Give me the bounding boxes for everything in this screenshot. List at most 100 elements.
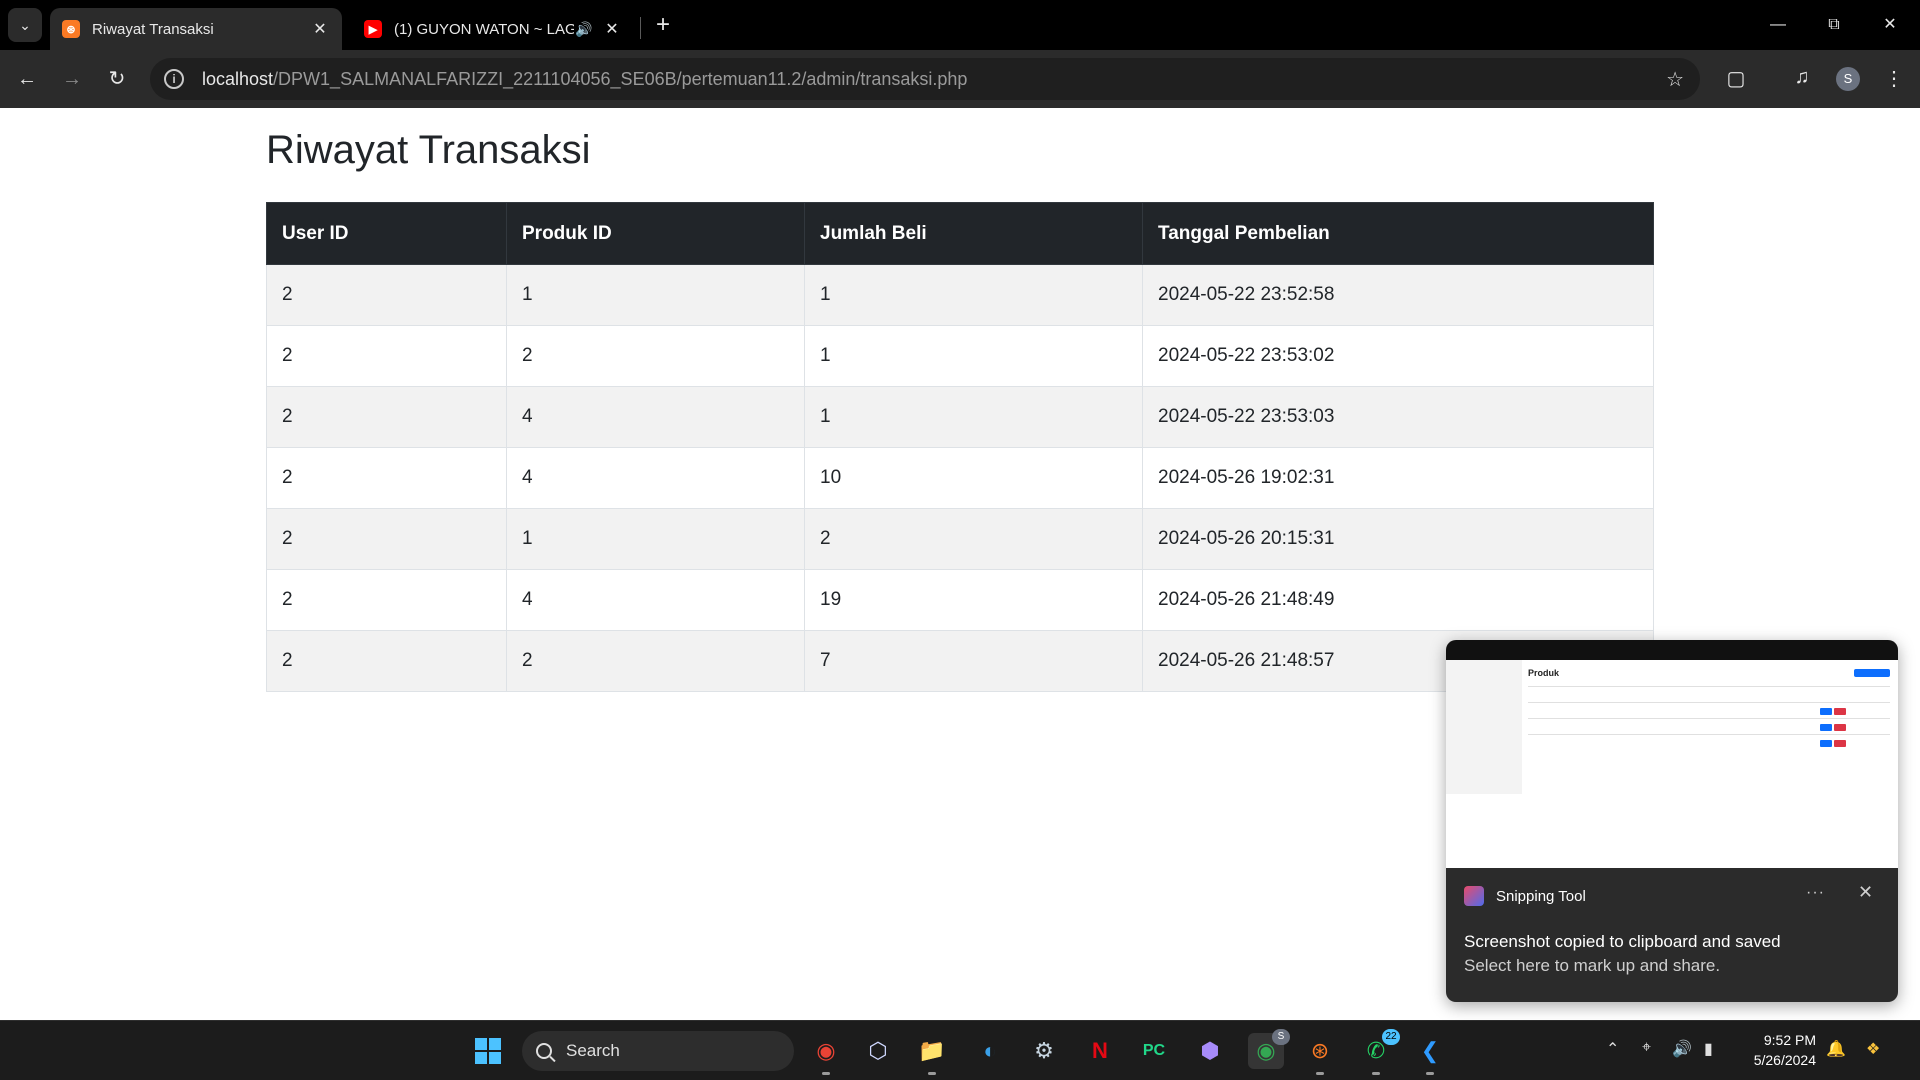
cell-user-id: 2 [266, 447, 507, 509]
cell-jumlah-beli: 7 [804, 630, 1143, 692]
folder-icon: 📁 [918, 1038, 946, 1063]
screenshot-thumbnail[interactable]: Produk [1446, 640, 1898, 868]
toast-app-name: Snipping Tool [1496, 887, 1586, 905]
media-controls-icon[interactable]: ♫ [1788, 66, 1816, 89]
battery-icon[interactable]: ▮ [1704, 1039, 1713, 1059]
cell-user-id: 2 [266, 508, 507, 570]
new-tab-button[interactable]: + [650, 12, 676, 38]
wifi-icon[interactable]: ⌖ [1642, 1039, 1651, 1057]
forward-button[interactable]: → [55, 62, 89, 96]
close-icon[interactable]: ✕ [310, 19, 330, 39]
cell-tanggal-pembelian: 2024-05-26 19:02:31 [1142, 447, 1654, 509]
cell-user-id: 2 [266, 264, 507, 326]
column-header-jumlah-beli: Jumlah Beli [804, 202, 1143, 265]
system-clock[interactable]: 9:52 PM 5/26/2024 [1740, 1030, 1816, 1070]
chrome-icon: ◉ [816, 1038, 836, 1063]
bookmark-star-icon[interactable]: ☆ [1666, 67, 1684, 92]
more-options-icon[interactable]: ··· [1806, 884, 1825, 902]
taskbar-edge[interactable]: ◐ [972, 1033, 1008, 1069]
address-bar[interactable]: i localhost/DPW1_SALMANALFARIZZI_2211104… [150, 58, 1700, 100]
site-info-icon[interactable]: i [164, 69, 184, 89]
toast-headline: Screenshot copied to clipboard and saved [1464, 932, 1781, 951]
thumbnail-delete-chip [1834, 724, 1846, 731]
thumbnail-row-line [1528, 718, 1890, 719]
browser-tab-strip: ⌄ ⊛ Riwayat Transaksi ✕ ▶ (1) GUYON WATO… [0, 0, 1920, 50]
tab-riwayat-transaksi[interactable]: ⊛ Riwayat Transaksi ✕ [50, 8, 342, 50]
cell-tanggal-pembelian: 2024-05-22 23:53:02 [1142, 325, 1654, 387]
table-row: 2 1 1 2024-05-22 23:52:58 [266, 264, 1654, 326]
minimize-button[interactable]: — [1758, 8, 1798, 42]
taskbar-xampp[interactable]: ⊛ [1302, 1033, 1338, 1075]
taskbar-file-explorer[interactable]: 📁 [914, 1033, 950, 1075]
taskbar-chrome-profile[interactable]: ◉ S [1248, 1029, 1290, 1069]
thumbnail-edit-chip [1820, 724, 1832, 731]
close-icon[interactable]: ✕ [1858, 882, 1873, 903]
menu-kebab-icon[interactable]: ⋮ [1880, 66, 1908, 91]
xampp-icon: ⊛ [62, 20, 80, 38]
chevron-down-icon: ⌄ [19, 16, 31, 33]
table-row: 2 4 19 2024-05-26 21:48:49 [266, 569, 1654, 631]
taskbar-search[interactable]: Search [522, 1031, 794, 1071]
taskbar-chrome[interactable]: ◉ [808, 1033, 844, 1075]
cell-jumlah-beli: 1 [804, 325, 1143, 387]
close-window-button[interactable]: ✕ [1870, 8, 1910, 42]
back-button[interactable]: ← [10, 62, 44, 96]
show-hidden-icons-chevron-icon[interactable]: ⌃ [1606, 1039, 1619, 1059]
taskbar-steam[interactable]: ⚙ [1026, 1033, 1062, 1069]
cell-tanggal-pembelian: 2024-05-22 23:53:03 [1142, 386, 1654, 448]
volume-icon[interactable]: 🔊 [1672, 1039, 1692, 1059]
taskbar-app-cube[interactable]: ⬢ [1192, 1033, 1228, 1069]
table-row: 2 1 2 2024-05-26 20:15:31 [266, 508, 1654, 570]
cell-jumlah-beli: 1 [804, 386, 1143, 448]
table-row: 2 4 1 2024-05-22 23:53:03 [266, 386, 1654, 448]
cell-produk-id: 2 [506, 630, 805, 692]
column-header-produk-id: Produk ID [506, 202, 805, 265]
cell-jumlah-beli: 1 [804, 264, 1143, 326]
restore-button[interactable]: ⧉ [1814, 8, 1854, 42]
steam-icon: ⚙ [1034, 1038, 1054, 1063]
close-icon[interactable]: ✕ [602, 19, 622, 39]
reload-button[interactable]: ↻ [100, 62, 134, 96]
cell-produk-id: 4 [506, 569, 805, 631]
cell-tanggal-pembelian: 2024-05-26 20:15:31 [1142, 508, 1654, 570]
cell-jumlah-beli: 19 [804, 569, 1143, 631]
vscode-icon: ❮ [1420, 1038, 1440, 1063]
start-button[interactable] [470, 1033, 506, 1069]
speaker-icon[interactable]: 🔊 [574, 21, 594, 38]
tab-search-dropdown[interactable]: ⌄ [8, 8, 42, 42]
notification-count-badge: 22 [1382, 1029, 1400, 1045]
taskbar-virtualbox[interactable]: ⬡ [860, 1033, 896, 1069]
table-row: 2 2 1 2024-05-22 23:53:02 [266, 325, 1654, 387]
clock-date: 5/26/2024 [1753, 1052, 1816, 1068]
toast-subtext: Select here to mark up and share. [1464, 956, 1721, 975]
transactions-table: User ID Produk ID Jumlah Beli Tanggal Pe… [266, 202, 1654, 692]
edge-icon: ◐ [983, 1038, 997, 1063]
notification-bell-icon[interactable]: 🔔 [1826, 1039, 1846, 1059]
tab-youtube[interactable]: ▶ (1) GUYON WATON ~ LAGU 🔊 ✕ [352, 8, 634, 50]
virtualbox-icon: ⬡ [868, 1038, 888, 1063]
xampp-icon: ⊛ [1310, 1038, 1330, 1063]
url-text: localhost/DPW1_SALMANALFARIZZI_221110405… [202, 68, 968, 89]
cell-produk-id: 1 [506, 264, 805, 326]
thumbnail-row-line [1528, 734, 1890, 735]
thumbnail-edit-chip [1820, 740, 1832, 747]
tab-title: Riwayat Transaksi [92, 20, 214, 38]
extensions-icon[interactable]: ▢ [1722, 66, 1750, 91]
cell-produk-id: 1 [506, 508, 805, 570]
search-label: Search [566, 1041, 620, 1060]
profile-badge: S [1272, 1029, 1290, 1045]
taskbar-vscode[interactable]: ❮ [1412, 1033, 1448, 1075]
copilot-icon[interactable]: ❖ [1866, 1039, 1880, 1059]
snipping-tool-notification[interactable]: Produk Snipping Tool ··· ✕ Screenshot co… [1446, 640, 1898, 1002]
thumbnail-delete-chip [1834, 740, 1846, 747]
taskbar-netflix[interactable]: N [1082, 1033, 1118, 1069]
profile-avatar[interactable]: S [1836, 67, 1860, 91]
taskbar-whatsapp[interactable]: ✆ 22 [1358, 1029, 1400, 1075]
taskbar-pycharm[interactable]: PC [1136, 1033, 1172, 1069]
table-header-row: User ID Produk ID Jumlah Beli Tanggal Pe… [266, 202, 1654, 265]
toast-app-row: Snipping Tool [1464, 886, 1586, 906]
clock-time: 9:52 PM [1763, 1032, 1816, 1048]
youtube-icon: ▶ [364, 20, 382, 38]
cell-user-id: 2 [266, 569, 507, 631]
cube-icon: ⬢ [1200, 1038, 1220, 1063]
